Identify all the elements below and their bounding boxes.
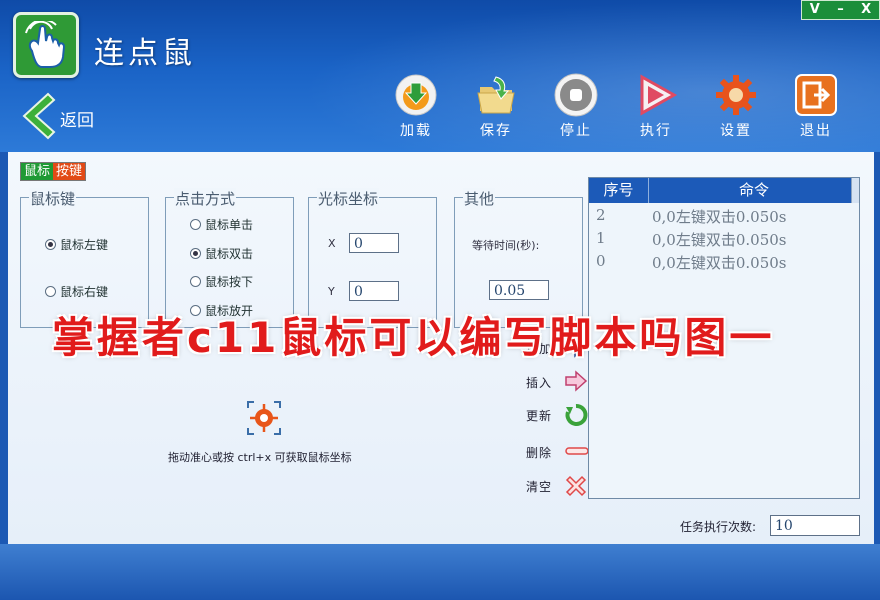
app-title: 连点鼠 [94, 36, 196, 71]
list-scroll-corner [851, 178, 859, 203]
stop-icon [554, 73, 598, 117]
gear-icon [716, 75, 756, 115]
x-input[interactable]: 0 [349, 233, 399, 253]
save-label: 保存 [480, 123, 512, 139]
other-group-title: 其他 [463, 188, 496, 209]
task-count-input[interactable]: 10 [770, 515, 860, 536]
tab-key[interactable]: 按键 [53, 163, 86, 180]
command-list-header: 序号 命令 [589, 178, 859, 203]
delete-label: 删除 [526, 446, 553, 460]
radio-press[interactable]: 鼠标按下 [190, 273, 253, 290]
x-label: X [328, 237, 336, 250]
list-item-index: 0 [596, 252, 606, 270]
clear-button[interactable]: 清空 [526, 474, 588, 498]
radio-single-click-label: 鼠标单击 [205, 218, 254, 232]
update-label: 更新 [526, 409, 553, 423]
target-hint-text: 拖动准心或按 ctrl+x 可获取鼠标坐标 [168, 451, 352, 464]
radio-left-label: 鼠标左键 [60, 238, 109, 252]
radio-left-button[interactable]: 鼠标左键 [45, 236, 108, 253]
radio-press-label: 鼠标按下 [205, 275, 254, 289]
radio-right-button[interactable]: 鼠标右键 [45, 283, 108, 300]
list-item-command: 0,0左键双击0.050s [652, 254, 787, 272]
mouse-key-tab[interactable]: 鼠标 按键 [20, 162, 87, 181]
list-item-index: 1 [596, 229, 606, 247]
minimize-button[interactable]: – [828, 1, 854, 19]
close-button[interactable]: X [853, 1, 879, 19]
watermark-caption: 掌握者c11鼠标可以编写脚本吗图一 [52, 313, 775, 362]
col-index-header[interactable]: 序号 [589, 178, 649, 203]
app-logo [13, 12, 79, 78]
load-button[interactable]: 加载 [386, 73, 446, 143]
load-label: 加载 [400, 123, 432, 139]
window-controls: V – X [801, 0, 880, 20]
task-count-label: 任务执行次数: [680, 520, 757, 534]
radio-dot [45, 286, 56, 297]
wait-time-label: 等待时间(秒): [472, 239, 540, 252]
col-command-header[interactable]: 命令 [649, 178, 859, 203]
radio-dot-checked [45, 239, 56, 250]
stop-label: 停止 [560, 123, 592, 139]
radio-dot-checked [190, 248, 201, 259]
list-item-command: 0,0左键双击0.050s [652, 231, 787, 249]
wait-time-input[interactable]: 0.05 [489, 280, 549, 300]
radio-dot [190, 219, 201, 230]
update-button[interactable]: 更新 [526, 403, 588, 427]
exit-icon [795, 74, 837, 116]
load-download-icon [395, 74, 437, 116]
clear-x-icon [565, 475, 587, 497]
delete-button[interactable]: 删除 [526, 440, 589, 464]
list-item-index: 2 [596, 206, 606, 224]
status-bar [0, 544, 880, 600]
cursor-coords-group-title: 光标坐标 [317, 188, 380, 209]
back-button[interactable]: 返回 [18, 92, 108, 140]
minimize-v-button[interactable]: V [802, 1, 828, 19]
insert-label: 插入 [526, 376, 553, 390]
radio-double-click-label: 鼠标双击 [205, 247, 254, 261]
save-folder-icon [477, 76, 515, 114]
y-label: Y [328, 285, 335, 298]
y-input[interactable]: 0 [349, 281, 399, 301]
stop-button[interactable]: 停止 [546, 73, 606, 143]
hand-cursor-icon [25, 21, 66, 68]
radio-dot [190, 276, 201, 287]
arrow-right-pink-icon [565, 370, 588, 392]
clear-label: 清空 [526, 480, 553, 494]
tab-mouse[interactable]: 鼠标 [21, 163, 54, 180]
list-item[interactable]: 0 0,0左键双击0.050s [589, 250, 851, 272]
title-bar: 连点鼠 V – X 返回 加载 保存 停止 执行 设置 退出 [0, 0, 880, 152]
exit-button[interactable]: 退出 [786, 73, 846, 143]
run-label: 执行 [640, 123, 672, 139]
settings-button[interactable]: 设置 [706, 73, 766, 143]
list-item-command: 0,0左键双击0.050s [652, 208, 787, 226]
exit-label: 退出 [800, 123, 832, 139]
mouse-button-group-title: 鼠标键 [29, 188, 77, 209]
back-chevron-icon [22, 92, 56, 140]
run-button[interactable]: 执行 [626, 73, 686, 143]
settings-label: 设置 [720, 123, 752, 139]
list-item[interactable]: 2 0,0左键双击0.050s [589, 204, 851, 226]
crosshair-target-icon[interactable] [246, 400, 282, 436]
back-label: 返回 [60, 111, 94, 131]
refresh-icon [565, 404, 588, 426]
insert-button[interactable]: 插入 [526, 370, 588, 394]
click-mode-group-title: 点击方式 [174, 188, 237, 209]
list-item[interactable]: 1 0,0左键双击0.050s [589, 227, 851, 249]
save-button[interactable]: 保存 [466, 73, 526, 143]
radio-single-click[interactable]: 鼠标单击 [190, 216, 253, 233]
minus-icon [565, 447, 589, 455]
radio-right-label: 鼠标右键 [60, 285, 109, 299]
play-icon [640, 74, 678, 116]
radio-double-click[interactable]: 鼠标双击 [190, 245, 253, 262]
